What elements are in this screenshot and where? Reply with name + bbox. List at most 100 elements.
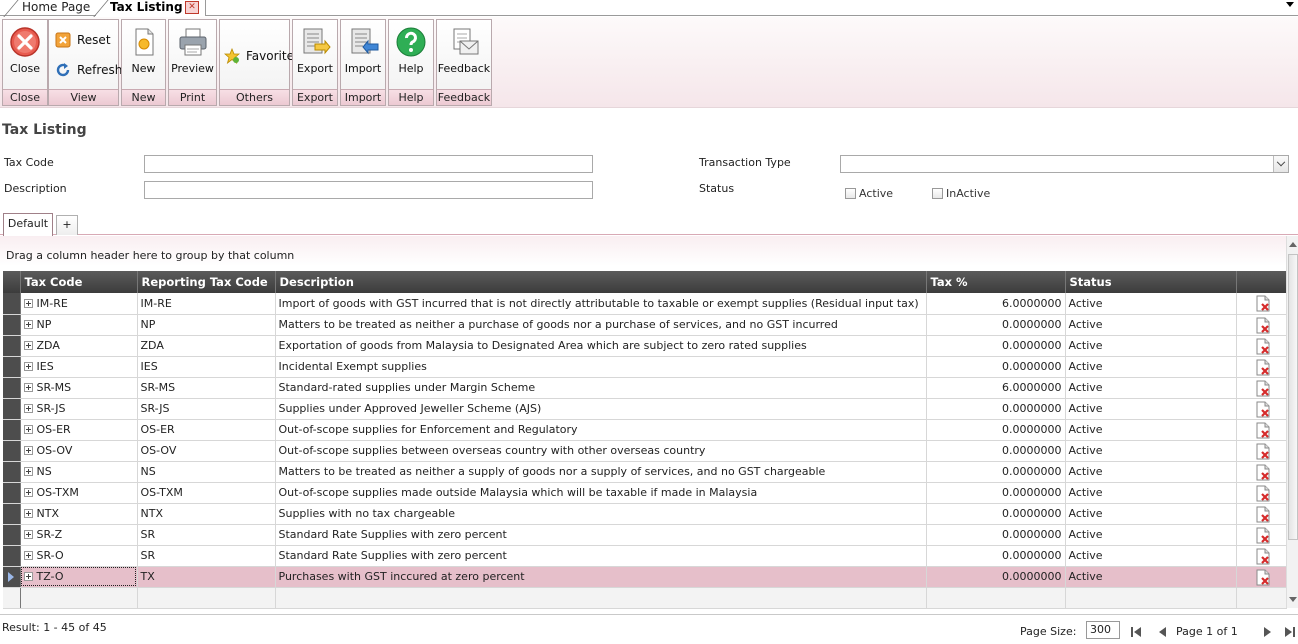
cell-status[interactable]: Active — [1065, 524, 1237, 546]
cell-description[interactable]: Out-of-scope supplies made outside Malay… — [275, 482, 927, 504]
cell-reporting-tax-code[interactable]: IES — [137, 356, 276, 378]
row-selector[interactable] — [3, 503, 21, 525]
expand-row-icon[interactable] — [23, 362, 33, 371]
row-selector[interactable] — [3, 377, 21, 399]
cell-reporting-tax-code[interactable]: ZDA — [137, 335, 276, 357]
cell-description[interactable]: Matters to be treated as neither a suppl… — [275, 461, 927, 483]
tax-code-input[interactable] — [144, 155, 593, 173]
delete-row-icon[interactable] — [1256, 295, 1270, 312]
transaction-type-select[interactable] — [840, 155, 1289, 173]
cell-status[interactable]: Active — [1065, 335, 1237, 357]
cell-tax-percent[interactable]: 0.0000000 — [926, 398, 1066, 420]
row-selector[interactable] — [3, 461, 21, 483]
delete-row-icon[interactable] — [1256, 317, 1270, 334]
cell-description[interactable]: Import of goods with GST incurred that i… — [275, 293, 927, 315]
refresh-button[interactable]: Refresh — [55, 60, 122, 80]
first-page-icon[interactable] — [1130, 626, 1142, 638]
expand-row-icon[interactable] — [23, 446, 33, 455]
cell-tax-percent[interactable]: 0.0000000 — [926, 524, 1066, 546]
table-row[interactable]: SR-O SR Standard Rate Supplies with zero p… — [3, 545, 1287, 567]
cell-reporting-tax-code[interactable]: SR — [137, 524, 276, 546]
delete-row-icon[interactable] — [1256, 548, 1270, 565]
table-row[interactable]: TZ-O TX Purchases with GST inccured at zer… — [3, 566, 1287, 588]
cell-reporting-tax-code[interactable]: OS-ER — [137, 419, 276, 441]
table-row[interactable]: IM-RE IM-RE Import of goods with GST incur… — [3, 293, 1287, 315]
scroll-up-icon[interactable] — [1288, 238, 1298, 250]
scroll-down-icon[interactable] — [1288, 594, 1298, 606]
preview-button[interactable]: Preview — [169, 20, 216, 90]
cell-tax-code[interactable]: TZ-O — [20, 566, 138, 588]
help-button[interactable]: Help — [389, 20, 433, 90]
column-header-tax-percent[interactable]: Tax % — [926, 271, 1066, 293]
cell-status[interactable]: Active — [1065, 461, 1237, 483]
table-row[interactable]: OS-TXM OS-TXM Out-of-scope supplies made o… — [3, 482, 1287, 504]
cell-tax-code[interactable]: SR-MS — [20, 377, 138, 399]
cell-tax-code[interactable]: NP — [20, 314, 138, 336]
expand-row-icon[interactable] — [23, 298, 33, 308]
cell-description[interactable]: Standard-rated supplies under Margin Sch… — [275, 377, 927, 399]
row-selector[interactable] — [3, 545, 21, 567]
cell-tax-percent[interactable]: 0.0000000 — [926, 314, 1066, 336]
expand-row-icon[interactable] — [23, 404, 33, 413]
expand-row-icon[interactable] — [23, 530, 33, 539]
expand-row-icon[interactable] — [23, 467, 33, 476]
cell-reporting-tax-code[interactable]: SR-MS — [137, 377, 276, 399]
previous-page-icon[interactable] — [1156, 626, 1168, 638]
expand-row-icon[interactable] — [23, 425, 33, 434]
cell-reporting-tax-code[interactable]: OS-TXM — [137, 482, 276, 504]
cell-tax-code[interactable]: OS-TXM — [20, 482, 138, 504]
cell-status[interactable]: Active — [1065, 356, 1237, 378]
cell-description[interactable]: Incidental Exempt supplies — [275, 356, 927, 378]
delete-row-icon[interactable] — [1256, 506, 1270, 523]
cell-description[interactable]: Exportation of goods from Malaysia to De… — [275, 335, 927, 357]
next-page-icon[interactable] — [1262, 626, 1274, 638]
cell-reporting-tax-code[interactable]: OS-OV — [137, 440, 276, 462]
delete-row-icon[interactable] — [1256, 464, 1270, 481]
cell-status[interactable]: Active — [1065, 293, 1237, 315]
cell-tax-percent[interactable]: 0.0000000 — [926, 566, 1066, 588]
cell-tax-percent[interactable]: 0.0000000 — [926, 335, 1066, 357]
cell-status[interactable]: Active — [1065, 398, 1237, 420]
favorite-button[interactable]: Favorite — [224, 46, 294, 66]
cell-tax-percent[interactable]: 0.0000000 — [926, 503, 1066, 525]
cell-reporting-tax-code[interactable]: NTX — [137, 503, 276, 525]
column-header-tax-code[interactable]: Tax Code — [20, 271, 138, 293]
scrollbar-thumb[interactable] — [1288, 254, 1298, 540]
cell-tax-code[interactable]: NS — [20, 461, 138, 483]
expand-row-icon[interactable] — [23, 320, 33, 329]
cell-status[interactable]: Active — [1065, 482, 1237, 504]
cell-description[interactable]: Out-of-scope supplies for Enforcement an… — [275, 419, 927, 441]
cell-status[interactable]: Active — [1065, 419, 1237, 441]
tab-default-view[interactable]: Default — [3, 213, 53, 236]
row-selector[interactable] — [3, 482, 21, 504]
row-selector[interactable] — [3, 398, 21, 420]
delete-row-icon[interactable] — [1256, 485, 1270, 502]
cell-reporting-tax-code[interactable]: SR-JS — [137, 398, 276, 420]
cell-description[interactable]: Purchases with GST inccured at zero perc… — [275, 566, 927, 588]
cell-tax-code[interactable]: IES — [20, 356, 138, 378]
cell-tax-code[interactable]: SR-O — [20, 545, 138, 567]
tab-tax-listing[interactable]: Tax Listing ✕ — [96, 0, 206, 16]
row-selector[interactable] — [3, 566, 21, 588]
cell-status[interactable]: Active — [1065, 377, 1237, 399]
cell-status[interactable]: Active — [1065, 566, 1237, 588]
table-row[interactable]: OS-OV OS-OV Out-of-scope supplies between … — [3, 440, 1287, 462]
table-row[interactable]: ZDA ZDA Exportation of goods from Malaysia… — [3, 335, 1287, 357]
cell-description[interactable]: Supplies under Approved Jeweller Scheme … — [275, 398, 927, 420]
column-header-status[interactable]: Status — [1065, 271, 1237, 293]
expand-row-icon[interactable] — [23, 341, 33, 350]
table-row[interactable]: OS-ER OS-ER Out-of-scope supplies for Enfo… — [3, 419, 1287, 441]
delete-row-icon[interactable] — [1256, 443, 1270, 460]
delete-row-icon[interactable] — [1256, 401, 1270, 418]
tab-list-dropdown-icon[interactable] — [1286, 2, 1294, 7]
cell-reporting-tax-code[interactable]: TX — [137, 566, 276, 588]
expand-row-icon[interactable] — [23, 509, 33, 518]
column-header-reporting-tax-code[interactable]: Reporting Tax Code — [137, 271, 276, 293]
cell-reporting-tax-code[interactable]: IM-RE — [137, 293, 276, 315]
cell-tax-percent[interactable]: 0.0000000 — [926, 419, 1066, 441]
cell-status[interactable]: Active — [1065, 545, 1237, 567]
delete-row-icon[interactable] — [1256, 380, 1270, 397]
expand-row-icon[interactable] — [23, 551, 33, 560]
table-row[interactable]: NTX NTX Supplies with no tax chargeable 0.0… — [3, 503, 1287, 525]
cell-status[interactable]: Active — [1065, 440, 1237, 462]
